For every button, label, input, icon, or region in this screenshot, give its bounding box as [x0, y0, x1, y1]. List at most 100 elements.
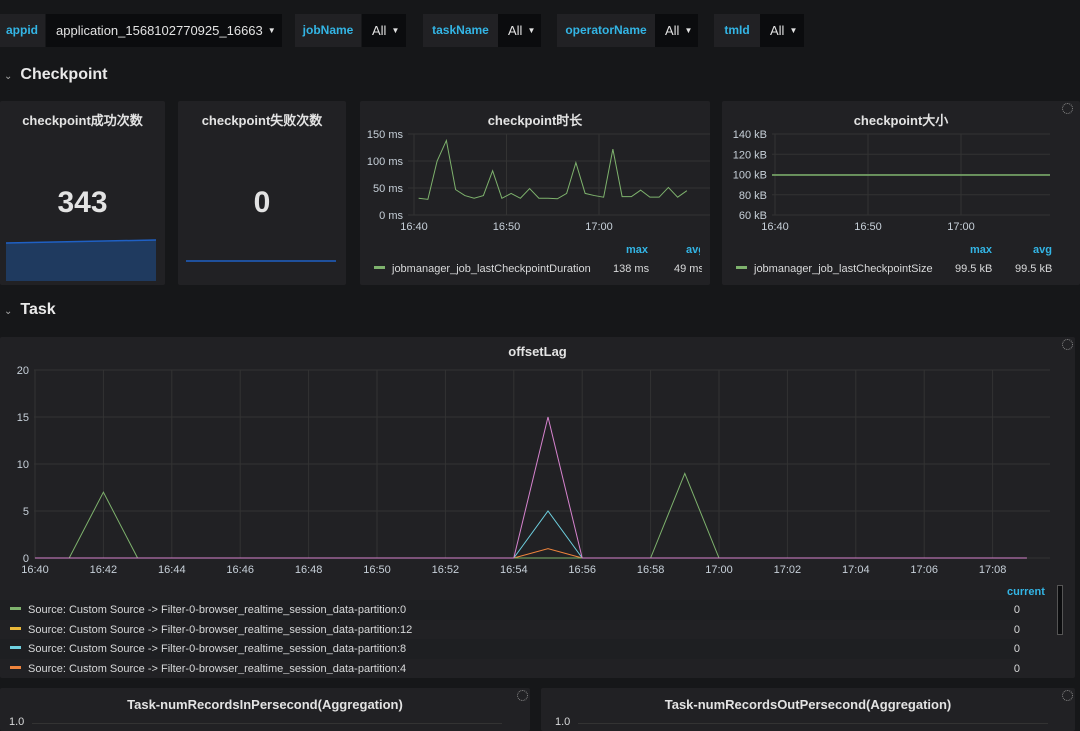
legend-header-max: max [626, 244, 649, 256]
panel-records-out: Task-numRecordsOutPersecond(Aggregation)… [541, 688, 1075, 731]
operatorname-select[interactable]: All ▼ [655, 14, 698, 47]
legend-max-value: 138 ms [613, 263, 650, 275]
x-tick-label: 16:56 [568, 564, 596, 576]
panel-title: checkpoint失败次数 [201, 113, 323, 128]
duration-graph: 150 ms100 ms50 ms0 ms16:40 16:50 17:00 [367, 129, 710, 233]
x-tick-label: 17:04 [842, 564, 870, 576]
series-line [418, 138, 688, 200]
y-tick-label: 5 [23, 506, 29, 518]
x-tick-label: 16:42 [90, 564, 118, 576]
x-tick-label: 16:40 [761, 221, 789, 233]
x-tick-label: 16:40 [21, 564, 49, 576]
legend-avg-value: 99.5 kB [1015, 263, 1053, 275]
panel-checkpoint-duration: checkpoint时长 150 ms 100 ms 50 ms 0 ms 16:40 1… [360, 101, 710, 285]
legend-item[interactable]: Source: Custom Source -> Filter-0-browse… [0, 600, 1020, 620]
chevron-down-icon: ⌄ [4, 306, 13, 317]
y-tick-label: 10 [17, 459, 29, 471]
legend-item[interactable]: jobmanager_job_lastCheckpointSize [736, 263, 933, 275]
series-color-swatch [10, 626, 21, 630]
series-line [35, 416, 1027, 559]
legend-header-current: current [1007, 586, 1045, 598]
y-tick-label: 150 ms [367, 129, 404, 141]
tmid-select[interactable]: All ▼ [760, 14, 804, 47]
series-current: 0 [1013, 662, 1020, 674]
x-tick-label: 16:50 [363, 564, 391, 576]
loading-spinner-icon [517, 690, 528, 701]
jobname-select[interactable]: All ▼ [362, 14, 406, 47]
series-current: 0 [1013, 643, 1020, 656]
taskname-label: taskName [423, 14, 498, 47]
series-color-swatch [374, 266, 385, 269]
series-line [513, 548, 583, 559]
caret-down-icon: ▼ [527, 26, 536, 35]
legend-avg-value: 49 ms [674, 263, 702, 275]
series-color-swatch [10, 646, 21, 650]
series-color-swatch [10, 607, 21, 610]
legend-header-avg: avg [686, 244, 700, 256]
legend-item[interactable]: Source: Custom Source -> Filter-0-browse… [0, 659, 1020, 674]
x-tick-label: 16:52 [432, 564, 460, 576]
x-tick-label: 17:00 [705, 564, 733, 576]
series-name: Source: Custom Source -> Filter-0-browse… [28, 643, 407, 656]
gridline [32, 723, 502, 724]
x-tick-label: 16:44 [158, 564, 186, 576]
series-name: Source: Custom Source -> Filter-0-browse… [28, 604, 407, 616]
legend-header-max: max [970, 244, 993, 256]
x-tick-label: 16:40 [400, 221, 428, 233]
series-color-swatch [10, 665, 21, 669]
x-tick-label: 16:46 [226, 564, 254, 576]
legend-header-avg: avg [1033, 244, 1052, 256]
x-tick-label: 16:58 [637, 564, 665, 576]
chevron-down-icon: ⌄ [4, 71, 13, 82]
jobname-label: jobName [295, 14, 361, 47]
series-current: 0 [1013, 623, 1020, 636]
panel-offsetlag: offsetLag 20 15 10 5 0 16:40 16:42 16:44 16:46 16… [0, 337, 1075, 678]
size-graph: 140 kB120 kB100 kB80 kB60 kB16:40 16:50 17… [733, 129, 1050, 233]
x-tick-label: 17:02 [774, 564, 802, 576]
tmid-label: tmId [714, 14, 760, 47]
legend-item[interactable]: Source: Custom Source -> Filter-0-browse… [0, 639, 1020, 660]
appid-select[interactable]: application_1568102770925_16663 ▼ [46, 14, 282, 47]
series-line [513, 510, 583, 559]
y-tick-label: 100 ms [367, 156, 404, 168]
series-current: 0 [1013, 604, 1020, 616]
legend-max-value: 99.5 kB [955, 263, 993, 275]
sparkline [186, 260, 336, 262]
legend-scrollbar[interactable] [1057, 585, 1063, 635]
y-tick-label: 100 kB [733, 170, 767, 182]
y-tick-label: 50 ms [373, 183, 403, 195]
y-tick-label: 120 kB [733, 149, 767, 161]
taskname-select[interactable]: All ▼ [498, 14, 541, 47]
series-name: Source: Custom Source -> Filter-0-browse… [28, 662, 407, 674]
y-tick-label: 20 [17, 365, 29, 377]
x-tick-label: 17:00 [585, 221, 613, 233]
sparkline [6, 239, 156, 281]
operatorname-label: operatorName [557, 14, 655, 47]
caret-down-icon: ▼ [267, 26, 276, 35]
caret-down-icon: ▼ [391, 26, 400, 35]
series-color-swatch [736, 266, 747, 269]
panel-checkpoint-failure: checkpoint失败次数 0 [178, 101, 346, 285]
panel-checkpoint-size: checkpoint大小 140 kB 120 kB 100 kB 80 kB 60 k… [722, 101, 1080, 285]
x-tick-label: 16:50 [493, 221, 521, 233]
x-tick-label: 16:50 [854, 221, 882, 233]
loading-spinner-icon [1062, 690, 1073, 701]
x-tick-label: 17:08 [979, 564, 1007, 576]
offsetlag-graph: 2015105016:40 16:42 16:44 16:46 16:48 16:50 16… [17, 365, 1050, 576]
sparkline-area [6, 240, 156, 281]
row-checkpoint[interactable]: ⌄ Checkpoint [4, 66, 108, 84]
legend-item[interactable]: jobmanager_job_lastCheckpointDuration [374, 263, 591, 275]
y-tick: 1.0 [9, 716, 25, 728]
panel-checkpoint-success: checkpoint成功次数 343 [0, 101, 165, 285]
y-tick-label: 15 [17, 412, 29, 424]
caret-down-icon: ▼ [789, 26, 798, 35]
x-tick-label: 16:54 [500, 564, 528, 576]
panel-title: Task-numRecordsInPersecond(Aggregation) [127, 697, 403, 712]
caret-down-icon: ▼ [684, 26, 693, 35]
series-name: Source: Custom Source -> Filter-0-browse… [28, 623, 413, 636]
y-tick-label: 140 kB [733, 129, 767, 141]
row-task[interactable]: ⌄ Task [4, 301, 56, 319]
x-tick-label: 16:48 [295, 564, 323, 576]
panel-title: Task-numRecordsOutPersecond(Aggregation) [664, 697, 952, 712]
legend-item[interactable]: Source: Custom Source -> Filter-0-browse… [0, 620, 1020, 640]
